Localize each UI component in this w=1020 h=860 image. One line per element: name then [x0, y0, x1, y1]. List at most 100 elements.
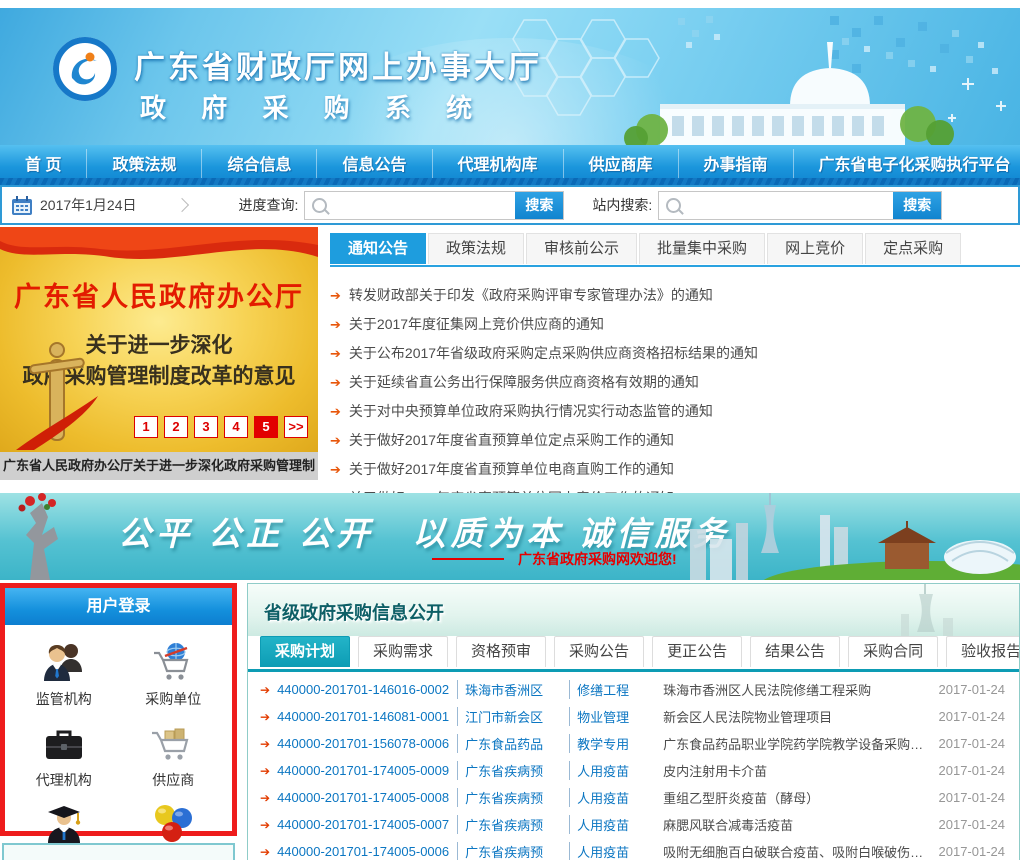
row-id-link[interactable]: 440000-201701-146081-0001 [277, 709, 457, 724]
login-supplier[interactable]: 供应商 [119, 714, 229, 795]
row-title-link[interactable]: 吸附无细胞百白破联合疫苗、吸附白喉破伤风联合疫苗 [663, 842, 930, 860]
tab-acceptance-report[interactable]: 验收报告 [946, 636, 1020, 667]
tab-designated-procurement[interactable]: 定点采购 [865, 233, 961, 264]
site-search-button[interactable]: 搜索 [893, 192, 941, 219]
row-region-link[interactable]: 珠海市香洲区 [457, 680, 569, 699]
row-category-link[interactable]: 物业管理 [569, 707, 653, 726]
tab-notices[interactable]: 通知公告 [330, 233, 426, 264]
news-item: ➔关于2017年度征集网上竞价供应商的通知 [330, 310, 1020, 339]
search-icon [312, 198, 327, 213]
procurement-info-panel: 省级政府采购信息公开 采购计划 采购需求 资格预审 采购公告 更正公告 结果公告… [247, 583, 1020, 860]
site-search-label: 站内搜索: [592, 195, 652, 215]
tab-procurement-notice[interactable]: 采购公告 [554, 636, 644, 667]
nav-item-agency-library[interactable]: 代理机构库 [432, 149, 563, 182]
pager-button-3[interactable]: 3 [194, 416, 218, 438]
progress-search-button[interactable]: 搜索 [515, 192, 563, 219]
row-region-link[interactable]: 广东食品药品 [457, 734, 569, 753]
row-category-link[interactable]: 人用疫苗 [569, 815, 653, 834]
login-user-label: 代理机构 [36, 770, 92, 790]
row-date: 2017-01-24 [939, 844, 1006, 859]
news-link[interactable]: 关于做好2017年度省直预算单位定点采购工作的通知 [349, 426, 674, 455]
tab-policies[interactable]: 政策法规 [428, 233, 524, 264]
current-date: 2017年1月24日 [40, 195, 137, 215]
nav-item-announcements[interactable]: 信息公告 [316, 149, 431, 182]
news-link[interactable]: 关于2017年度征集网上竞价供应商的通知 [349, 310, 604, 339]
supervisor-icon [40, 639, 88, 687]
pager-button-1[interactable]: 1 [134, 416, 158, 438]
row-id-link[interactable]: 440000-201701-174005-0008 [277, 790, 457, 805]
tab-correction-notice[interactable]: 更正公告 [652, 636, 742, 667]
row-region-link[interactable]: 江门市新会区 [457, 707, 569, 726]
slogan-banner: 公平 公正 公开 以质为本 诚信服务 广东省政府采购网欢迎您! [0, 493, 1020, 580]
procurement-row: ➔ 440000-201701-174005-0008 广东省疾病预 人用疫苗 … [260, 784, 1005, 811]
tab-batch-procurement[interactable]: 批量集中采购 [639, 233, 765, 264]
row-category-link[interactable]: 人用疫苗 [569, 761, 653, 780]
chevron-right-icon [174, 198, 188, 212]
news-item: ➔转发财政部关于印发《政府采购评审专家管理办法》的通知 [330, 281, 1020, 310]
row-id-link[interactable]: 440000-201701-174005-0007 [277, 817, 457, 832]
nav-item-eprocurement-platform[interactable]: 广东省电子化采购执行平台 [793, 149, 1020, 182]
toolbar: 2017年1月24日 进度查询: 搜索 站内搜索: 搜索 [0, 185, 1020, 225]
nav-item-supplier-library[interactable]: 供应商库 [563, 149, 678, 182]
row-category-link[interactable]: 教学专用 [569, 734, 653, 753]
login-user-label: 监管机构 [36, 689, 92, 709]
news-link[interactable]: 转发财政部关于印发《政府采购评审专家管理办法》的通知 [349, 281, 713, 310]
row-category-link[interactable]: 修缮工程 [569, 680, 653, 699]
purchaser-cart-icon [149, 639, 197, 687]
site-title: 广东省财政厅网上办事大厅 [134, 42, 542, 87]
row-id-link[interactable]: 440000-201701-146016-0002 [277, 682, 457, 697]
calendar-icon [12, 196, 32, 215]
row-region-link[interactable]: 广东省疾病预 [457, 761, 569, 780]
tab-procurement-plan[interactable]: 采购计划 [260, 636, 350, 667]
row-title-link[interactable]: 麻腮风联合减毒活疫苗 [663, 815, 930, 834]
arrow-bullet-icon: ➔ [260, 845, 270, 859]
tab-result-notice[interactable]: 结果公告 [750, 636, 840, 667]
nav-item-guide[interactable]: 办事指南 [678, 149, 793, 182]
tab-online-bidding[interactable]: 网上竞价 [767, 233, 863, 264]
news-link[interactable]: 关于公布2017年省级政府采购定点采购供应商资格招标结果的通知 [349, 339, 758, 368]
login-agency[interactable]: 代理机构 [9, 714, 119, 795]
briefcase-icon [40, 720, 88, 768]
row-id-link[interactable]: 440000-201701-156078-0006 [277, 736, 457, 751]
login-purchaser[interactable]: 采购单位 [119, 633, 229, 714]
progress-search-input[interactable] [331, 193, 515, 218]
news-link[interactable]: 关于做好2017年度省直预算单位电商直购工作的通知 [349, 455, 674, 484]
site-search-input[interactable] [685, 193, 893, 218]
arrow-bullet-icon: ➔ [330, 339, 341, 368]
main-nav: 首 页 政策法规 综合信息 信息公告 代理机构库 供应商库 办事指南 广东省电子… [0, 145, 1020, 185]
news-link[interactable]: 关于延续省直公务出行保障服务供应商资格有效期的通知 [349, 368, 699, 397]
pager-next-button[interactable]: >> [284, 416, 308, 438]
row-title-link[interactable]: 皮内注射用卡介苗 [663, 761, 930, 780]
row-title-link[interactable]: 广东食品药品职业学院药学院教学设备采购项目 [663, 734, 930, 753]
carousel-caption[interactable]: 广东省人民政府办公厅关于进一步深化政府采购管理制 [0, 452, 318, 480]
arrow-bullet-icon: ➔ [260, 737, 270, 751]
tab-prequalification[interactable]: 资格预审 [456, 636, 546, 667]
procurement-row: ➔ 440000-201701-174005-0009 广东省疾病预 人用疫苗 … [260, 757, 1005, 784]
news-link[interactable]: 关于对中央预算单位政府采购执行情况实行动态监管的通知 [349, 397, 713, 426]
row-region-link[interactable]: 广东省疾病预 [457, 788, 569, 807]
pager-button-5-active[interactable]: 5 [254, 416, 278, 438]
row-category-link[interactable]: 人用疫苗 [569, 842, 653, 860]
nav-item-general-info[interactable]: 综合信息 [201, 149, 316, 182]
row-title-link[interactable]: 重组乙型肝炎疫苗（酵母） [663, 788, 930, 807]
pager-button-4[interactable]: 4 [224, 416, 248, 438]
row-title-link[interactable]: 新会区人民法院物业管理项目 [663, 707, 930, 726]
building-illustration [624, 42, 954, 145]
sparkle-decoration [948, 78, 1006, 122]
carousel-slide[interactable]: 广东省人民政府办公厅 关于进一步深化 政府采购管理制度改革的意见 1 2 3 4… [0, 227, 318, 452]
login-supervisor[interactable]: 监管机构 [9, 633, 119, 714]
row-region-link[interactable]: 广东省疾病预 [457, 815, 569, 834]
nav-item-home[interactable]: 首 页 [0, 149, 86, 182]
tab-pre-review[interactable]: 审核前公示 [526, 233, 637, 264]
row-region-link[interactable]: 广东省疾病预 [457, 842, 569, 860]
procurement-row: ➔ 440000-201701-174005-0007 广东省疾病预 人用疫苗 … [260, 811, 1005, 838]
row-title-link[interactable]: 珠海市香洲区人民法院修缮工程采购 [663, 680, 930, 699]
row-id-link[interactable]: 440000-201701-174005-0006 [277, 844, 457, 859]
pager-button-2[interactable]: 2 [164, 416, 188, 438]
tab-procurement-demand[interactable]: 采购需求 [358, 636, 448, 667]
row-id-link[interactable]: 440000-201701-174005-0009 [277, 763, 457, 778]
tab-procurement-contract[interactable]: 采购合同 [848, 636, 938, 667]
row-date: 2017-01-24 [939, 682, 1006, 697]
nav-item-policies[interactable]: 政策法规 [86, 149, 201, 182]
row-category-link[interactable]: 人用疫苗 [569, 788, 653, 807]
